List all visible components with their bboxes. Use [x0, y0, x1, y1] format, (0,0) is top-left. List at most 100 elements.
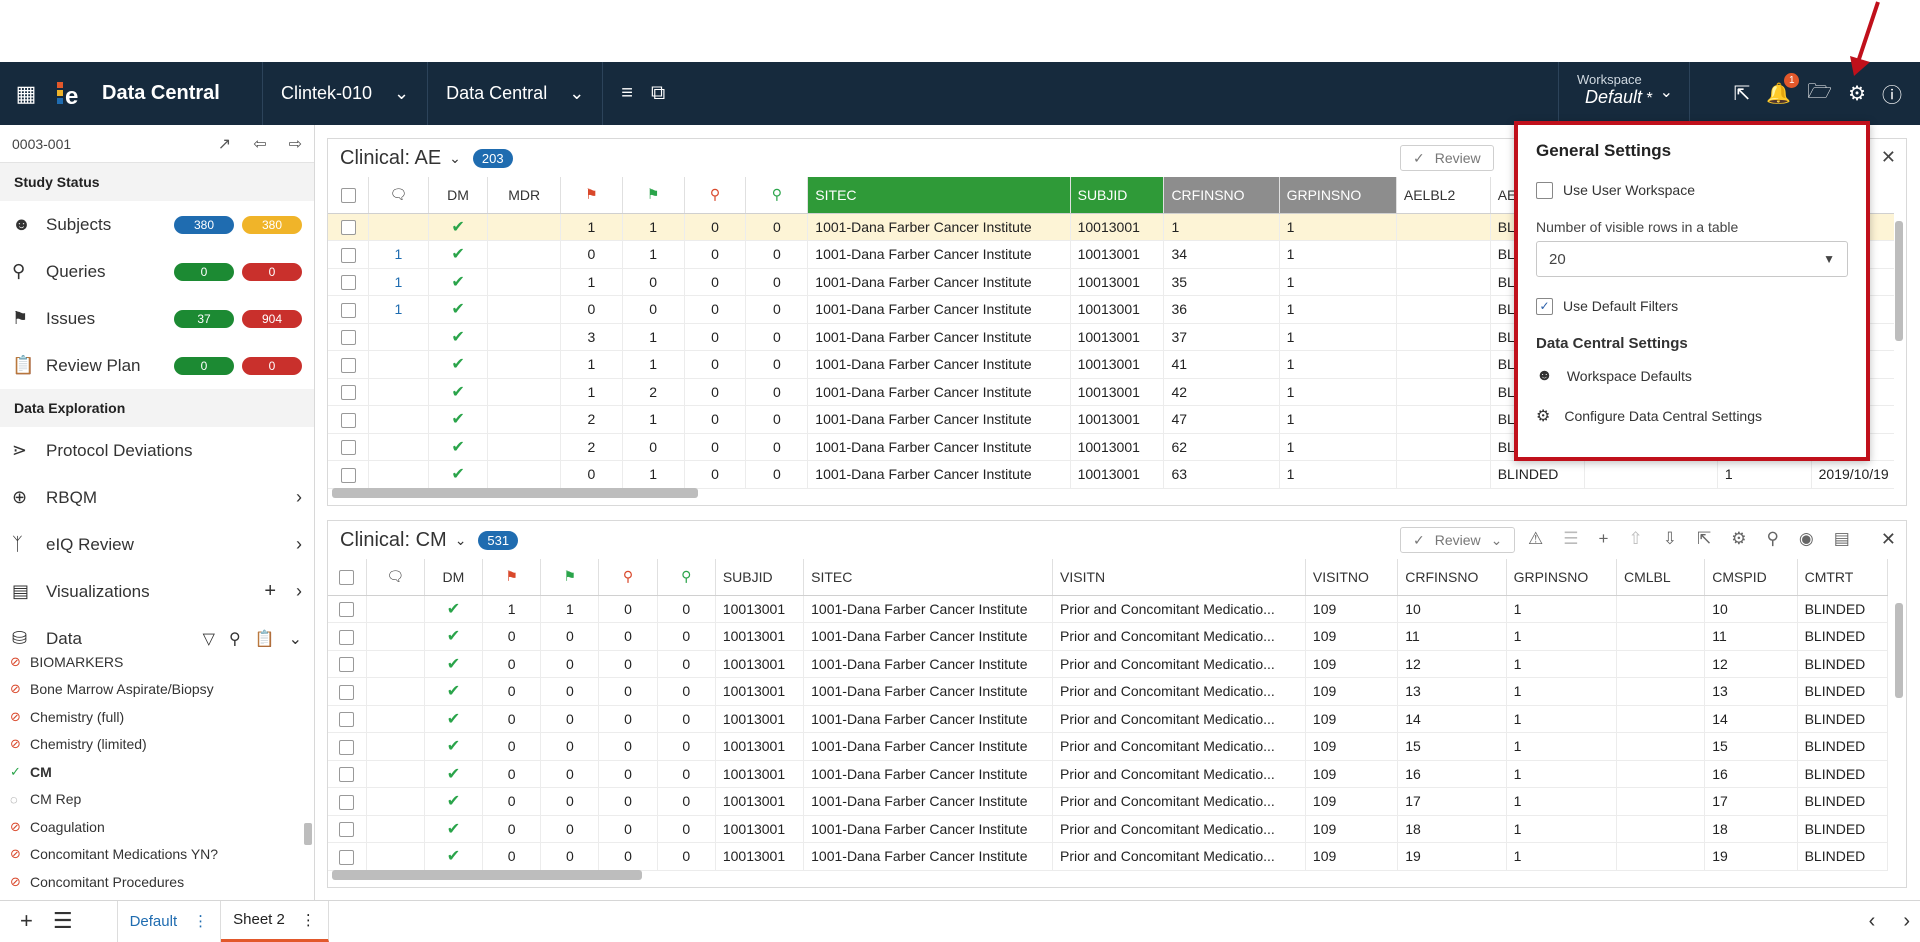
cell[interactable]: 0 — [684, 460, 747, 489]
cell[interactable]: 1 — [560, 378, 623, 406]
cell[interactable]: 0 — [657, 622, 716, 651]
cell[interactable]: 0 — [540, 677, 600, 706]
row-checkbox[interactable] — [328, 460, 370, 489]
data-list-item[interactable]: ⊘ Concomitant Medications YN? — [10, 841, 314, 869]
comment-count[interactable] — [368, 405, 429, 434]
cell[interactable]: 0 — [745, 405, 809, 434]
filter-icon[interactable]: ▽ — [203, 629, 215, 649]
row-checkbox[interactable] — [328, 622, 367, 651]
cell[interactable]: 0 — [622, 295, 685, 324]
tab-sheet-2[interactable]: Sheet 2 ⋮ — [221, 900, 329, 942]
more-vertical-icon[interactable]: ⋮ — [301, 911, 316, 929]
comment-count[interactable] — [368, 350, 429, 379]
status-count-badge[interactable]: 380 — [174, 215, 234, 234]
comment-count[interactable]: 1 — [368, 268, 429, 296]
row-checkbox[interactable] — [328, 323, 370, 351]
cell[interactable]: 0 — [598, 842, 658, 871]
cell[interactable]: 0 — [745, 240, 809, 269]
dm-check-icon[interactable]: ✔ — [424, 677, 484, 706]
add-sheet-icon[interactable]: + — [20, 908, 33, 934]
previous-icon[interactable]: ⇦ — [253, 134, 266, 154]
comment-count[interactable] — [368, 213, 429, 241]
sidebar-item-visualizations[interactable]: ▤ Visualizations + › — [0, 568, 314, 615]
table-row[interactable]: ✔ 0 0 0 0 10013001 1001-Dana Farber Cancer Ins… — [328, 705, 1889, 733]
cell[interactable]: 0 — [745, 378, 809, 406]
data-list-item[interactable]: ⊘ Coagulation — [10, 813, 314, 841]
cell[interactable]: 1 — [622, 323, 685, 351]
row-checkbox[interactable] — [328, 240, 370, 269]
query-red-icon[interactable]: ⚲ — [598, 559, 658, 596]
select-all-checkbox[interactable] — [328, 177, 370, 214]
column-header[interactable]: VISITNO — [1305, 559, 1399, 596]
search-icon[interactable]: ⚲ — [229, 629, 241, 649]
folder-icon[interactable]: 🗁 — [1807, 77, 1832, 111]
cell[interactable]: 1 — [622, 350, 685, 379]
cell[interactable]: 0 — [540, 760, 600, 788]
ae-vertical-scrollbar[interactable] — [1895, 221, 1903, 341]
cell[interactable]: 2 — [560, 433, 623, 461]
column-header[interactable]: SUBJID — [1070, 177, 1165, 214]
cell[interactable]: 0 — [684, 323, 747, 351]
dm-check-icon[interactable]: ✔ — [428, 378, 489, 406]
cell[interactable]: 0 — [482, 842, 542, 871]
row-checkbox[interactable] — [328, 295, 370, 324]
cell[interactable]: 1 — [622, 240, 685, 269]
row-checkbox[interactable] — [328, 677, 367, 706]
cell[interactable]: 0 — [598, 595, 658, 623]
layout-icon[interactable]: ▤ — [1834, 529, 1850, 549]
column-header[interactable]: CRFINSNO — [1163, 177, 1280, 214]
dm-check-icon[interactable]: ✔ — [428, 433, 489, 461]
cell[interactable]: 0 — [684, 213, 747, 241]
cell[interactable]: 1 — [622, 213, 685, 241]
cell[interactable]: 0 — [657, 677, 716, 706]
cell[interactable]: 0 — [560, 295, 623, 324]
dm-check-icon[interactable]: ✔ — [424, 622, 484, 651]
sidebar-scrollbar[interactable] — [304, 823, 312, 845]
cell[interactable]: 1 — [560, 268, 623, 296]
filter-list-icon[interactable]: ≡ — [621, 82, 633, 105]
dm-check-icon[interactable]: ✔ — [424, 650, 484, 678]
status-count-badge[interactable]: 37 — [174, 309, 234, 328]
cell[interactable]: 0 — [560, 240, 623, 269]
sidebar-item-issues[interactable]: ⚑ Issues 37 904 — [0, 295, 314, 342]
cell[interactable]: 0 — [598, 760, 658, 788]
study-dropdown[interactable]: Clintek-010 ⌄ — [263, 62, 427, 125]
visible-rows-select[interactable]: 20 ▼ — [1536, 241, 1848, 277]
row-checkbox[interactable] — [328, 650, 367, 678]
cell[interactable]: 0 — [657, 732, 716, 761]
column-header[interactable]: GRPINSNO — [1506, 559, 1617, 596]
row-checkbox[interactable] — [328, 433, 370, 461]
dm-check-icon[interactable]: ✔ — [428, 323, 489, 351]
status-count-badge[interactable]: 0 — [174, 356, 234, 375]
column-header[interactable]: CRFINSNO — [1397, 559, 1507, 596]
cm-panel-title[interactable]: Clinical: CM — [340, 529, 447, 552]
row-checkbox[interactable] — [328, 705, 367, 733]
column-header[interactable]: GRPINSNO — [1279, 177, 1397, 214]
cell[interactable]: 0 — [482, 732, 542, 761]
status-count-badge[interactable]: 0 — [242, 262, 302, 281]
cell[interactable]: 0 — [657, 815, 716, 843]
cell[interactable]: 0 — [598, 815, 658, 843]
column-header[interactable]: CMTRT — [1797, 559, 1889, 596]
dm-check-icon[interactable]: ✔ — [424, 787, 484, 816]
status-count-badge[interactable]: 0 — [174, 262, 234, 281]
use-default-filters-checkbox[interactable]: ✓ Use Default Filters — [1536, 295, 1848, 317]
table-row[interactable]: ✔ 0 0 0 0 10013001 1001-Dana Farber Cancer Ins… — [328, 622, 1889, 651]
chevron-down-icon[interactable]: ⌄ — [449, 150, 461, 167]
cell[interactable]: 1 — [622, 460, 685, 489]
ae-panel-title[interactable]: Clinical: AE — [340, 147, 441, 170]
cell[interactable]: 0 — [540, 732, 600, 761]
column-header[interactable]: SITEC — [807, 177, 1071, 214]
dm-check-icon[interactable]: ✔ — [424, 842, 484, 871]
table-row[interactable]: ✔ 0 0 0 0 10013001 1001-Dana Farber Cancer Ins… — [328, 677, 1889, 706]
dm-check-icon[interactable]: ✔ — [428, 268, 489, 296]
column-header[interactable]: AELBL2 — [1396, 177, 1491, 214]
cell[interactable]: 0 — [622, 433, 685, 461]
dm-check-icon[interactable]: ✔ — [424, 815, 484, 843]
comment-count[interactable] — [368, 460, 429, 489]
comment-count[interactable] — [368, 323, 429, 351]
table-row[interactable]: ✔ 0 0 0 0 10013001 1001-Dana Farber Cancer Ins… — [328, 732, 1889, 761]
chevron-left-icon[interactable]: ‹ — [1869, 910, 1876, 933]
cell[interactable]: 1 — [482, 595, 542, 623]
row-checkbox[interactable] — [328, 815, 367, 843]
